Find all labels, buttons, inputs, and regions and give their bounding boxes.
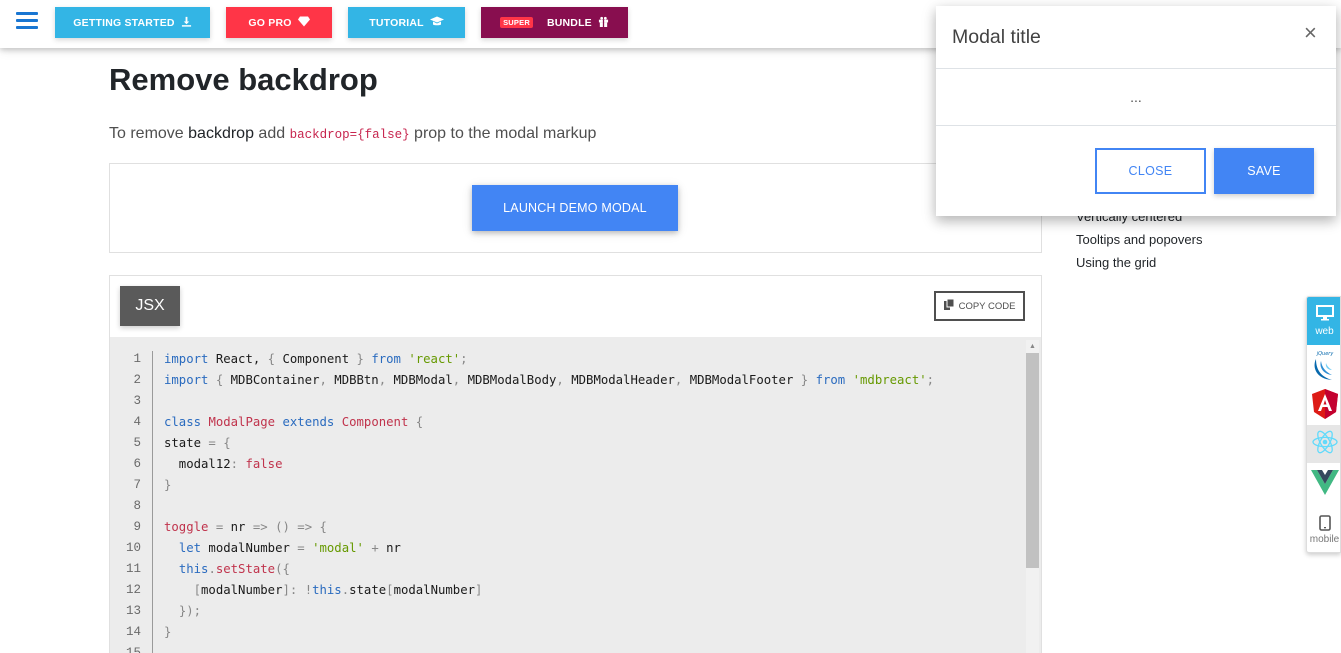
code-line: } xyxy=(164,625,172,639)
go-pro-label: GO PRO xyxy=(248,16,292,29)
launch-demo-modal-button[interactable]: LAUNCH DEMO MODAL xyxy=(472,185,678,231)
line-number: 14 xyxy=(125,625,141,639)
gift-icon xyxy=(598,16,609,30)
line-number: 12 xyxy=(125,583,141,597)
super-badge: SUPER xyxy=(500,17,533,28)
code-line: modal12: false xyxy=(164,457,283,471)
vue-icon xyxy=(1310,468,1340,501)
bundle-button[interactable]: SUPER BUNDLE xyxy=(481,7,628,38)
sidebar-link-grid[interactable]: Using the grid xyxy=(1076,251,1202,274)
scrollbar-thumb[interactable] xyxy=(1026,353,1039,568)
jquery-icon: jQuery xyxy=(1310,349,1340,388)
framework-angular[interactable] xyxy=(1307,387,1340,425)
line-number: 13 xyxy=(125,604,141,618)
line-number: 7 xyxy=(133,478,141,492)
monitor-icon xyxy=(1315,305,1334,324)
intro-suffix: prop to the modal markup xyxy=(409,125,597,142)
line-number: 2 xyxy=(133,373,141,387)
line-number: 8 xyxy=(133,499,141,513)
getting-started-button[interactable]: GETTING STARTED xyxy=(55,7,210,38)
code-line: let modalNumber = 'modal' + nr xyxy=(178,541,401,555)
intro-mid: add xyxy=(253,125,290,142)
code-line: import React, { Component } from 'react'… xyxy=(164,352,468,366)
gutter-divider xyxy=(152,351,153,653)
copy-code-button[interactable]: COPY CODE xyxy=(934,291,1025,321)
tutorial-label: TUTORIAL xyxy=(369,16,424,29)
diamond-icon xyxy=(297,16,310,30)
modal-dialog: Modal title × ... CLOSE SAVE xyxy=(936,6,1336,216)
modal-close-button[interactable]: CLOSE xyxy=(1095,148,1206,194)
code-line: class ModalPage extends Component { xyxy=(164,415,424,429)
bundle-label: BUNDLE xyxy=(546,16,592,29)
line-number: 6 xyxy=(133,457,141,471)
code-line: toggle = nr => () => { xyxy=(164,520,327,534)
copy-code-label: COPY CODE xyxy=(958,300,1016,312)
code-line: }); xyxy=(178,604,202,618)
code-line: this.setState({ xyxy=(178,562,290,576)
line-number: 10 xyxy=(125,541,141,555)
line-number: 1 xyxy=(133,352,141,366)
framework-react[interactable] xyxy=(1307,425,1340,463)
mobile-icon xyxy=(1318,515,1331,534)
line-number: 15 xyxy=(125,646,141,653)
line-number: 9 xyxy=(133,520,141,534)
intro-strong: backdrop xyxy=(188,125,254,142)
modal-title: Modal title xyxy=(952,26,1041,48)
modal-save-button[interactable]: SAVE xyxy=(1214,148,1314,194)
sidebar-link-tooltips[interactable]: Tooltips and popovers xyxy=(1076,228,1202,251)
framework-web-label: web xyxy=(1315,326,1334,337)
tab-underline xyxy=(120,333,190,335)
code-line: } xyxy=(164,478,172,492)
close-icon[interactable]: × xyxy=(1304,20,1317,46)
tab-jsx[interactable]: JSX xyxy=(120,286,180,326)
go-pro-button[interactable]: GO PRO xyxy=(226,7,332,38)
framework-switcher: web jQuery mobile xyxy=(1306,296,1341,553)
line-number: 5 xyxy=(133,436,141,450)
page-title: Remove backdrop xyxy=(109,62,378,97)
framework-jquery[interactable]: jQuery xyxy=(1307,349,1340,388)
modal-header: Modal title × xyxy=(936,6,1336,69)
getting-started-label: GETTING STARTED xyxy=(73,16,175,29)
modal-body-text: ... xyxy=(1130,89,1142,105)
intro-code: backdrop={false} xyxy=(289,128,410,142)
framework-mobile-label: mobile xyxy=(1309,534,1340,545)
code-line: [modalNumber]: !this.state[modalNumber] xyxy=(193,583,483,597)
react-icon xyxy=(1311,429,1339,460)
code-content: import React, { Component } from 'react'… xyxy=(164,349,934,653)
tutorial-button[interactable]: TUTORIAL xyxy=(348,7,465,38)
code-line: state = { xyxy=(164,436,231,450)
line-number: 3 xyxy=(133,394,141,408)
download-icon xyxy=(181,16,192,30)
framework-mobile[interactable]: mobile xyxy=(1307,507,1340,552)
line-number: 11 xyxy=(125,562,141,576)
scroll-up-arrow[interactable]: ▲ xyxy=(1029,343,1036,350)
line-numbers: 1 2 3 4 5 6 7 8 9 10 11 12 13 14 15 xyxy=(110,349,152,653)
intro-text: To remove backdrop add backdrop={false} … xyxy=(109,125,596,143)
line-number: 4 xyxy=(133,415,141,429)
code-line: import { MDBContainer, MDBBtn, MDBModal,… xyxy=(164,373,935,387)
modal-body: ... xyxy=(936,69,1336,126)
framework-vue[interactable] xyxy=(1307,465,1340,503)
jquery-label: jQuery xyxy=(1315,351,1334,357)
copy-icon xyxy=(943,298,955,313)
framework-web[interactable]: web xyxy=(1307,297,1340,345)
angular-icon xyxy=(1311,388,1339,425)
intro-prefix: To remove xyxy=(109,125,189,142)
code-editor[interactable]: 1 2 3 4 5 6 7 8 9 10 11 12 13 14 15 import React, { Co… xyxy=(110,337,1041,653)
hamburger-icon[interactable] xyxy=(16,12,38,32)
graduation-cap-icon xyxy=(429,16,444,30)
